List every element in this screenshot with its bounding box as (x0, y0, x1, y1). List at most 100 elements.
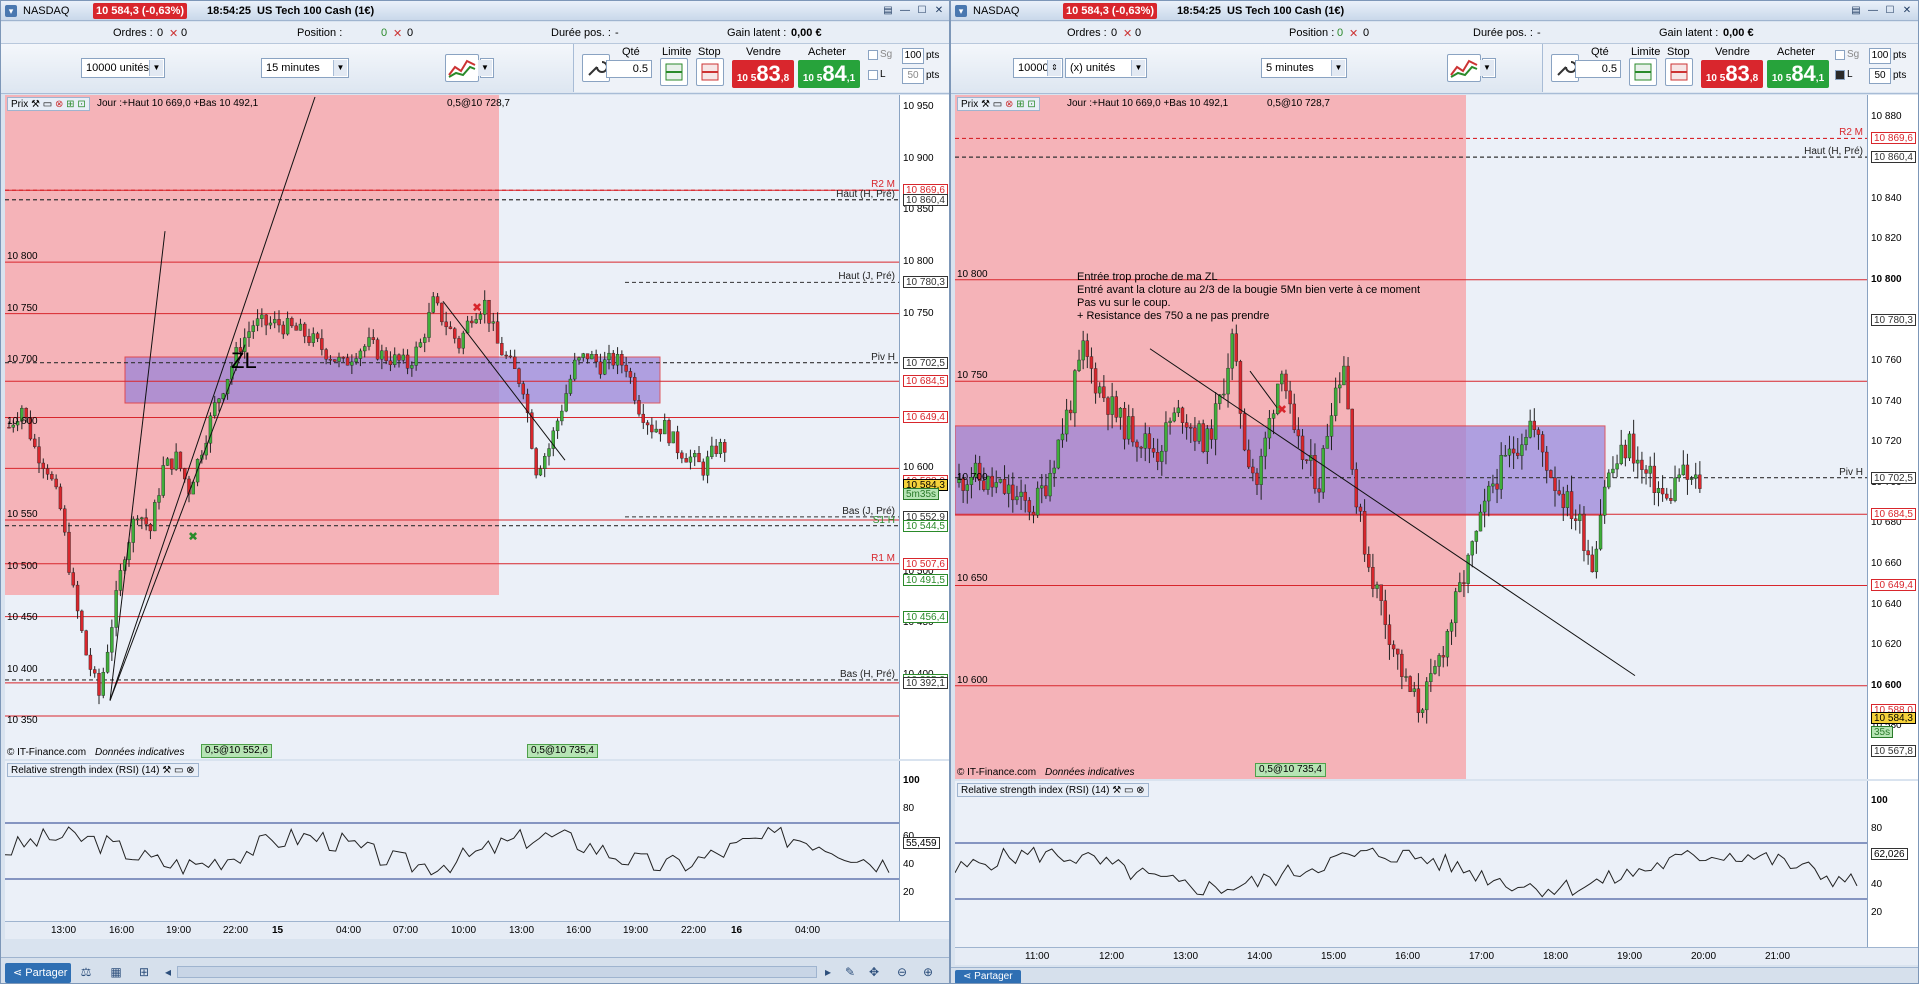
stop-order-button[interactable] (696, 58, 724, 86)
candle (110, 627, 114, 653)
price-chart-pane[interactable]: ✖ Prix ⚒ ▭ ⊗ ⊞ ⊡ Jour :+Haut 10 669,0 +B… (955, 95, 1867, 779)
candle (354, 358, 358, 363)
l-checkbox[interactable] (868, 70, 878, 80)
maximize-icon[interactable]: ☐ (915, 4, 929, 17)
horizontal-scrollbar[interactable] (177, 966, 817, 978)
candle (333, 359, 337, 362)
limit-order-button[interactable] (660, 58, 688, 86)
zoom-in-icon[interactable]: ⊕ (919, 963, 937, 981)
orders-cancel-icon[interactable]: ✕ (169, 27, 178, 40)
orders-cancel-icon[interactable]: ✕ (1123, 27, 1132, 40)
rsi-pane[interactable]: Relative strength index (RSI) (14) ⚒ ▭ ⊗ (955, 781, 1867, 947)
sell-button[interactable]: 10 583,8 (1701, 60, 1763, 88)
chart-type-icon[interactable] (445, 54, 479, 82)
menu-icon[interactable]: ▾ (955, 5, 967, 17)
candle (560, 410, 564, 422)
chart-type-icon[interactable] (1447, 54, 1481, 82)
l-pts-input[interactable]: 50 (902, 68, 924, 84)
price-axis[interactable]: 10 88010 86010 84010 82010 80010 78010 7… (1867, 95, 1918, 779)
share-icon: ⋖ (963, 971, 972, 982)
order-controls: 10000 unités ▼ 15 minutes ▼ ▼ Qté 0.5 Limi… (1, 44, 949, 94)
buy-button[interactable]: 10 584,1 (1767, 60, 1829, 88)
crosshair-icon[interactable]: ✥ (865, 963, 883, 981)
sell-button[interactable]: 10 583,8 (732, 60, 794, 88)
share-button[interactable]: ⋖ Partager (5, 963, 71, 983)
limit-order-button[interactable] (1629, 58, 1657, 86)
timeframe-select[interactable]: 5 minutes ▼ (1261, 58, 1347, 78)
zoom-out-icon[interactable]: ⊖ (893, 963, 911, 981)
indicators-icon[interactable]: ⚖ (77, 963, 95, 981)
sg-label: Sg (1847, 49, 1860, 60)
symbol-name[interactable]: NASDAQ (973, 5, 1019, 17)
left-level-label: 10 600 (957, 674, 988, 686)
l-pts-input[interactable]: 50 (1869, 68, 1891, 84)
close-icon[interactable]: ✕ (1900, 4, 1914, 17)
scroll-right-icon[interactable]: ▸ (819, 963, 837, 981)
instrument-name: US Tech 100 Cash (1€) (1227, 5, 1345, 17)
candle (148, 524, 153, 532)
close-icon[interactable]: ✕ (932, 4, 946, 17)
chart-type-dropdown[interactable]: ▼ (1480, 58, 1496, 78)
rsi-pane[interactable]: Relative strength index (RSI) (14) ⚒ ▭ ⊗ (5, 761, 899, 921)
candle (1433, 666, 1437, 674)
stop-order-button[interactable] (1665, 58, 1693, 86)
price-chart-canvas[interactable]: ✖ (955, 95, 1867, 779)
axis-label: 10 800 (903, 256, 934, 268)
candle (1247, 449, 1251, 468)
minimize-icon[interactable]: — (1866, 4, 1880, 17)
buy-label: Acheter (808, 46, 846, 58)
buy-button[interactable]: 10 584,1 (798, 60, 860, 88)
position-close-icon[interactable]: ✕ (1349, 27, 1358, 40)
scroll-left-icon[interactable]: ◂ (159, 963, 177, 981)
time-axis[interactable]: 13:00 16:00 19:00 22:00 15 04:00 07:00 10:00 13:… (5, 921, 949, 939)
close-icon: ⊗ (1005, 99, 1014, 110)
copyright: © IT-Finance.com (7, 747, 87, 758)
rsi-axis[interactable]: 1008060402055,459 (899, 761, 949, 921)
tile-icon[interactable]: ▤ (881, 4, 895, 17)
menu-icon[interactable]: ▾ (5, 5, 17, 17)
candle (1346, 365, 1350, 410)
time-axis[interactable]: 11:00 12:00 13:00 14:00 15:00 16:00 17:00 18:00… (955, 947, 1918, 965)
maximize-icon[interactable]: ☐ (1883, 4, 1897, 17)
candle (487, 299, 491, 324)
position-close-icon[interactable]: ✕ (393, 27, 402, 40)
sg-pts-input[interactable]: 100 (902, 48, 924, 64)
rsi-axis[interactable]: 1008060402062,026 (1867, 781, 1918, 947)
instrument-name: US Tech 100 Cash (1€) (257, 5, 375, 17)
tile-icon[interactable]: ▤ (1849, 4, 1863, 17)
symbol-name[interactable]: NASDAQ (23, 5, 69, 17)
objects-icon[interactable]: ⊞ (135, 963, 153, 981)
units-input[interactable]: 10000 ⇕ (1013, 58, 1063, 78)
rsi-canvas (5, 822, 899, 880)
cursor-icon[interactable]: ✎ (841, 963, 859, 981)
timeframe-select[interactable]: 15 minutes ▼ (261, 58, 349, 78)
minimize-icon[interactable]: — (898, 4, 912, 17)
chart-type-dropdown[interactable]: ▼ (478, 58, 494, 78)
units-select[interactable]: 10000 unités ▼ (81, 58, 165, 78)
qty-input[interactable]: 0.5 (606, 60, 652, 78)
candle (1644, 469, 1648, 474)
price-chart-canvas[interactable]: ✖✖ (5, 95, 899, 759)
units-select[interactable]: (x) unités ▼ (1065, 58, 1147, 78)
candle (1694, 474, 1698, 479)
spinner-icon[interactable]: ⇕ (1047, 60, 1061, 76)
sg-checkbox[interactable] (868, 50, 878, 60)
sg-checkbox[interactable] (1835, 50, 1845, 60)
candle (585, 353, 590, 360)
price-axis[interactable]: 10 95010 90010 85010 80010 75010 70010 6… (899, 95, 949, 759)
price-chart-pane[interactable]: ✖ ✖ Prix ⚒ ▭ ⊗ ⊞ ⊡ Jour :+Haut 10 669,0 +… (5, 95, 899, 759)
qty-input[interactable]: 0.5 (1575, 60, 1621, 78)
sg-pts-input[interactable]: 100 (1869, 48, 1891, 64)
left-level-label: 10 750 (957, 370, 988, 382)
level-label: Bas (H, Pré) (839, 668, 895, 680)
candle (1507, 448, 1512, 456)
calendar-icon[interactable]: ▦ (107, 963, 125, 981)
trade-annotation[interactable]: Entrée trop proche de ma ZL Entré avant … (1077, 271, 1420, 323)
up-icon: ⊡ (77, 99, 86, 110)
candle (273, 319, 277, 324)
l-checkbox[interactable] (1835, 70, 1845, 80)
rsi-axis-label: 20 (1871, 907, 1883, 918)
candle (521, 383, 525, 395)
share-button[interactable]: ⋖ Partager (955, 970, 1021, 983)
position-bar: Ordres : 0 ✕ 0 Position : 0 ✕ 0 Durée po… (1, 22, 949, 44)
